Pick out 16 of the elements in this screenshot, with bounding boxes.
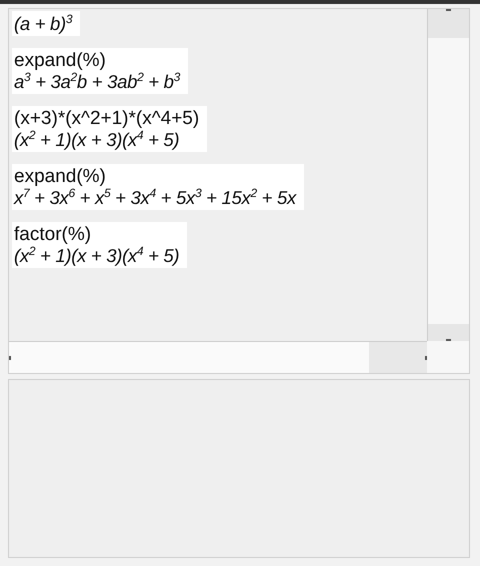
input-field[interactable] — [8, 379, 470, 558]
output-expression: x$^{7}$ + 3x$^{6}$ + x$^{5}$ + 3x$^{4}$ + 5x$^{3}$ + 15x$^{2}$ + 5x — [14, 187, 296, 208]
input-expression: (x+3)*(x^2+1)*(x^4+5) — [14, 108, 200, 129]
horizontal-scrollbar[interactable] — [9, 341, 427, 373]
input-expression: factor(%) — [14, 224, 92, 245]
scroll-left-icon[interactable] — [9, 356, 11, 360]
output-expression: (a + b)$^{3}$ — [14, 13, 72, 34]
vertical-scrollbar[interactable] — [427, 9, 469, 341]
scroll-up-icon[interactable] — [446, 9, 451, 11]
scroll-down-icon[interactable] — [446, 339, 451, 341]
output-expression: (x$^{2}$ + 1)(x + 3)(x$^{4}$ + 5) — [14, 129, 180, 150]
output-expression: (x$^{2}$ + 1)(x + 3)(x$^{4}$ + 5) — [14, 245, 180, 266]
scroll-right-icon[interactable] — [425, 356, 427, 360]
input-expression: expand(%) — [14, 50, 107, 71]
input-expression: expand(%) — [14, 166, 107, 187]
output-expression: a$^{3}$ + 3a$^{2}$b + 3ab$^{2}$ + b$^{3}$ — [14, 71, 180, 92]
